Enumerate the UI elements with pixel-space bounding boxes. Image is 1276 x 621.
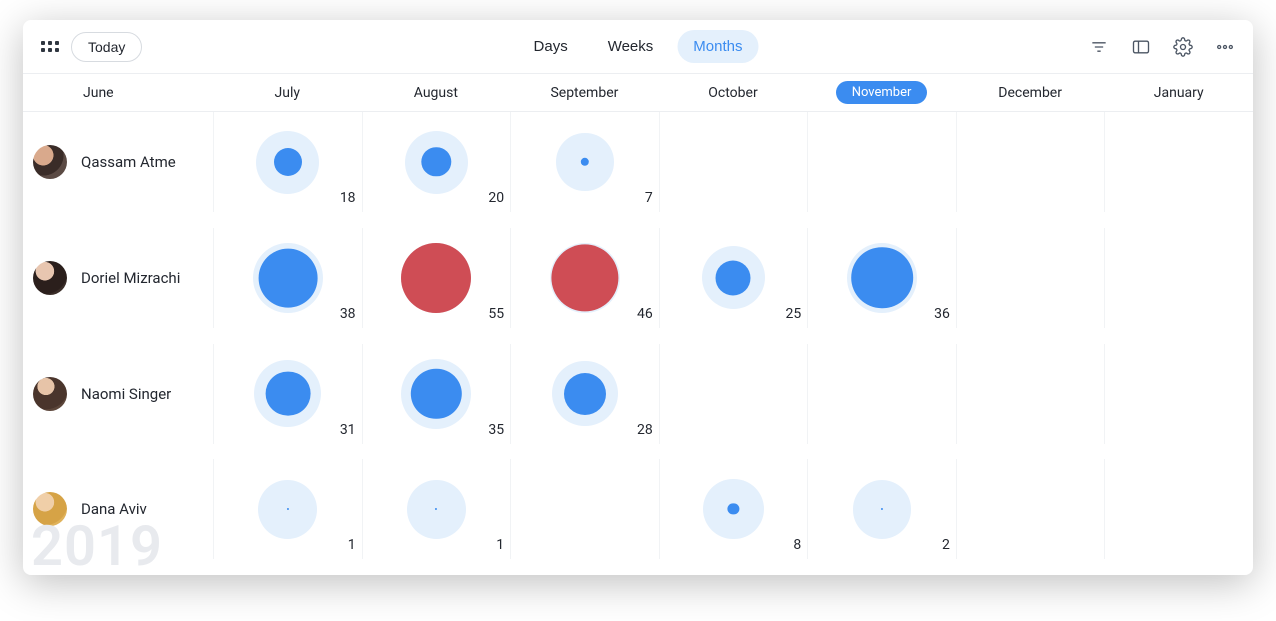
range-weeks-button[interactable]: Weeks <box>592 30 670 63</box>
range-days-button[interactable]: Days <box>518 30 584 63</box>
month-header-june[interactable]: June <box>23 74 213 111</box>
person-cell[interactable]: Dana Aviv <box>23 459 213 559</box>
data-cell[interactable] <box>659 344 808 444</box>
cell-value: 28 <box>637 422 653 438</box>
drag-handle-icon[interactable] <box>41 38 59 56</box>
person-name: Naomi Singer <box>81 385 171 403</box>
data-cell[interactable]: 36 <box>807 228 956 328</box>
data-cell[interactable]: 2 <box>807 459 956 559</box>
cell-value: 2 <box>942 537 950 553</box>
bubble <box>550 243 620 313</box>
data-cell[interactable] <box>659 112 808 212</box>
data-cell[interactable] <box>807 344 956 444</box>
toolbar-right <box>1089 37 1235 57</box>
data-cell[interactable] <box>807 112 956 212</box>
bubble <box>698 243 768 313</box>
person-name: Dana Aviv <box>81 500 147 518</box>
cell-value: 55 <box>488 306 504 322</box>
data-cell[interactable] <box>1104 344 1253 444</box>
bubble <box>401 359 471 429</box>
data-cell[interactable]: 1 <box>362 459 511 559</box>
data-cell[interactable] <box>1104 228 1253 328</box>
data-cell[interactable]: 18 <box>213 112 362 212</box>
data-cell[interactable]: 8 <box>659 459 808 559</box>
cell-value: 35 <box>488 422 504 438</box>
bubble <box>550 359 620 429</box>
month-header-december[interactable]: December <box>956 74 1105 111</box>
person-cell[interactable]: Qassam Atme <box>23 112 213 212</box>
cell-value: 18 <box>340 190 356 206</box>
gear-icon[interactable] <box>1173 37 1193 57</box>
data-cell[interactable] <box>1104 459 1253 559</box>
data-cell[interactable] <box>956 112 1105 212</box>
toolbar: Today Days Weeks Months <box>23 20 1253 74</box>
cell-value: 25 <box>786 306 802 322</box>
cell-value: 8 <box>793 537 801 553</box>
avatar[interactable] <box>33 145 67 179</box>
data-cell[interactable] <box>956 228 1105 328</box>
bubble <box>253 474 323 544</box>
bubble <box>401 474 471 544</box>
month-header-november[interactable]: November <box>807 74 956 111</box>
cell-value: 46 <box>637 306 653 322</box>
filter-icon[interactable] <box>1089 37 1109 57</box>
data-cell[interactable]: 28 <box>510 344 659 444</box>
cell-value: 38 <box>340 306 356 322</box>
range-switcher: Days Weeks Months <box>518 30 759 63</box>
toolbar-left: Today <box>41 32 142 62</box>
data-cell[interactable]: 7 <box>510 112 659 212</box>
data-cell[interactable]: 46 <box>510 228 659 328</box>
avatar[interactable] <box>33 261 67 295</box>
bubble <box>847 474 917 544</box>
panel-toggle-icon[interactable] <box>1131 37 1151 57</box>
bubble <box>401 127 471 197</box>
cell-value: 31 <box>340 422 356 438</box>
person-name: Qassam Atme <box>81 153 176 171</box>
month-header-october[interactable]: October <box>659 74 808 111</box>
cell-value: 1 <box>348 537 356 553</box>
today-button[interactable]: Today <box>71 32 142 62</box>
data-cell[interactable]: 31 <box>213 344 362 444</box>
bubble <box>253 127 323 197</box>
bubble <box>253 243 323 313</box>
person-cell[interactable]: Naomi Singer <box>23 344 213 444</box>
month-header-january[interactable]: January <box>1104 74 1253 111</box>
month-header-july[interactable]: July <box>213 74 362 111</box>
bubble <box>550 127 620 197</box>
data-cell[interactable] <box>1104 112 1253 212</box>
avatar[interactable] <box>33 492 67 526</box>
cell-value: 20 <box>488 190 504 206</box>
bubble <box>698 474 768 544</box>
month-header-august[interactable]: August <box>362 74 511 111</box>
bubble <box>253 359 323 429</box>
month-header-september[interactable]: September <box>510 74 659 111</box>
cell-value: 1 <box>496 537 504 553</box>
app-frame: Today Days Weeks Months June July August <box>23 20 1253 575</box>
data-cell[interactable]: 55 <box>362 228 511 328</box>
data-cell[interactable] <box>510 459 659 559</box>
bubble <box>847 243 917 313</box>
cell-value: 7 <box>645 190 653 206</box>
data-cell[interactable]: 1 <box>213 459 362 559</box>
avatar[interactable] <box>33 377 67 411</box>
bubble <box>401 243 471 313</box>
data-cell[interactable]: 35 <box>362 344 511 444</box>
grid-body: 2019 Qassam Atme18207Doriel Mizrachi3855… <box>23 112 1253 575</box>
cell-value: 36 <box>934 306 950 322</box>
more-icon[interactable] <box>1215 37 1235 57</box>
person-name: Doriel Mizrachi <box>81 269 180 287</box>
data-cell[interactable]: 38 <box>213 228 362 328</box>
data-cell[interactable] <box>956 344 1105 444</box>
range-months-button[interactable]: Months <box>677 30 758 63</box>
data-cell[interactable] <box>956 459 1105 559</box>
data-cell[interactable]: 25 <box>659 228 808 328</box>
data-cell[interactable]: 20 <box>362 112 511 212</box>
months-header: June July August September October Novem… <box>23 74 1253 112</box>
person-cell[interactable]: Doriel Mizrachi <box>23 228 213 328</box>
